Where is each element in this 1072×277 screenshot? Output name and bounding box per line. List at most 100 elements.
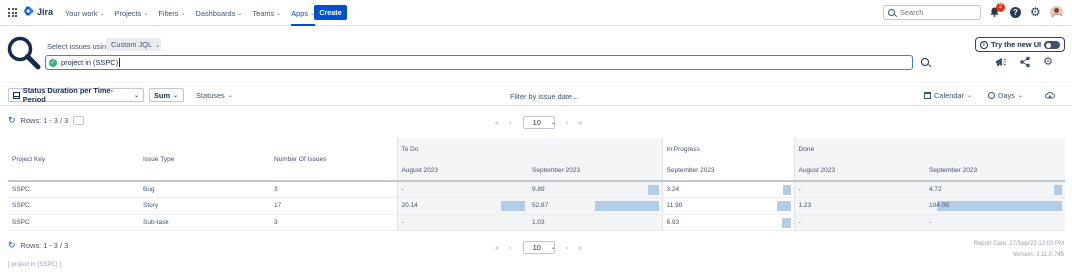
toggle-switch[interactable] xyxy=(1044,41,1060,49)
rows-text: Rows: 1 - 3 / 3 xyxy=(20,116,69,125)
duration-value: 104.09 xyxy=(929,202,949,210)
nav-dashboards[interactable]: Dashboards ⌄ xyxy=(196,0,243,26)
first-page-button[interactable]: « xyxy=(495,118,499,127)
chevron-down-icon: ⌄ xyxy=(99,10,105,17)
report-type-dropdown[interactable]: Status Duration per Time-Period ⌄ xyxy=(8,86,144,104)
col-header-number-of-issues[interactable]: Number Of Issues xyxy=(270,138,397,182)
page-size-select[interactable]: 10 ⌄ xyxy=(522,241,556,254)
chart-toggle-icon[interactable] xyxy=(73,116,85,125)
share-icon[interactable] xyxy=(1019,56,1031,68)
last-page-button[interactable]: » xyxy=(578,243,582,252)
settings-icon[interactable]: ⚙ xyxy=(1042,56,1054,68)
duration-bar xyxy=(501,201,525,211)
jql-input[interactable]: ✓ project in (SSPC) xyxy=(45,55,913,70)
cell-duration[interactable]: - xyxy=(925,214,1066,231)
query-mode-dropdown[interactable]: Custom JQL ⌄ xyxy=(106,38,161,51)
aggregation-dropdown[interactable]: Sum ⌄ xyxy=(149,88,184,102)
nav-label: Your work xyxy=(65,8,98,18)
query-mode-value: Custom JQL xyxy=(111,40,153,49)
cell-duration[interactable]: 3.24 xyxy=(661,181,795,198)
refresh-icon[interactable]: ↻ xyxy=(8,115,16,126)
app-switcher-icon[interactable] xyxy=(8,8,17,17)
time-unit-dropdown[interactable]: Days ⌄ xyxy=(988,88,1023,102)
cell-duration[interactable]: 1.23 xyxy=(793,197,926,215)
cell-duration[interactable]: 4.72 xyxy=(925,181,1066,198)
prev-page-button[interactable]: ‹ xyxy=(509,243,511,252)
table-row: SSPC Bug 3-9.89 3.24-4.72 xyxy=(8,181,1066,198)
next-page-button[interactable]: › xyxy=(566,243,568,252)
export-cloud-icon[interactable] xyxy=(1045,88,1055,102)
cell-duration[interactable]: - xyxy=(793,181,926,198)
page-size-value: 10 xyxy=(532,243,541,252)
top-navigation: Jira Your work ⌄ Projects ⌄ Filters ⌄ Dashb… xyxy=(0,0,1072,26)
duration-value: 1.03 xyxy=(532,218,545,226)
aggregation-label: Sum xyxy=(154,90,171,100)
col-header-project-key[interactable]: Project Key xyxy=(8,138,139,182)
refresh-icon[interactable]: ↻ xyxy=(8,240,16,251)
create-button[interactable]: Create xyxy=(314,5,347,20)
page-size-value: 10 xyxy=(532,118,541,127)
valid-check-icon: ✓ xyxy=(49,58,57,67)
chevron-down-icon: ⌄ xyxy=(237,10,243,17)
try-new-ui-toggle[interactable]: i Try the new UI xyxy=(975,37,1065,52)
duration-value: 11.90 xyxy=(666,202,683,210)
cell-duration[interactable]: 104.09 xyxy=(925,197,1066,215)
cell-duration[interactable]: 20.14 xyxy=(396,197,528,215)
cell-issue-count: 17 xyxy=(270,197,397,215)
global-search[interactable] xyxy=(883,5,981,20)
cell-issue-type: Bug xyxy=(139,181,270,198)
cell-duration[interactable]: 6.93 xyxy=(661,214,795,231)
jql-text[interactable]: project in (SSPC) xyxy=(61,58,118,67)
first-page-button[interactable]: « xyxy=(495,243,499,252)
cell-issue-count: 3 xyxy=(270,181,397,198)
settings-gear-icon[interactable]: ⚙ xyxy=(1030,6,1042,18)
cell-duration[interactable]: - xyxy=(396,214,528,231)
run-search-icon[interactable] xyxy=(921,58,929,66)
user-avatar[interactable] xyxy=(1050,6,1063,19)
status-header-to-do[interactable]: To Do xyxy=(396,138,663,161)
nav-apps[interactable]: Apps ⌄ xyxy=(291,0,315,26)
nav-teams[interactable]: Teams ⌄ xyxy=(252,0,281,26)
chevron-down-icon: ⌄ xyxy=(550,245,556,251)
statuses-dropdown[interactable]: Statuses ⌄ xyxy=(196,88,233,102)
page-size-select[interactable]: 10 ⌄ xyxy=(522,116,556,129)
duration-value: 4.72 xyxy=(929,186,942,193)
status-header-done[interactable]: Done xyxy=(793,138,1066,161)
cell-duration[interactable]: - xyxy=(396,181,528,198)
cell-duration[interactable]: - xyxy=(793,214,926,231)
duration-bar xyxy=(1054,185,1063,195)
rows-summary-top: ↻ Rows: 1 - 3 / 3 xyxy=(8,115,85,126)
cell-duration[interactable]: 9.89 xyxy=(528,181,663,198)
jira-logo[interactable]: Jira xyxy=(24,6,53,17)
duration-value: - xyxy=(929,218,932,226)
jql-echo: [ project in (SSPC) ] xyxy=(8,262,62,268)
last-page-button[interactable]: » xyxy=(578,118,582,127)
col-header-issue-type[interactable]: Issue Type xyxy=(139,138,270,182)
duration-bar xyxy=(782,185,791,195)
nav-label: Filters xyxy=(158,8,179,18)
cell-duration[interactable]: 52.87 xyxy=(528,197,663,215)
duration-bar xyxy=(647,185,659,195)
filter-by-date[interactable]: Filter by issue date... xyxy=(510,92,578,101)
chevron-down-icon: ⌄ xyxy=(276,10,282,17)
report-toolbar: Status Duration per Time-Period ⌄ Sum ⌄ … xyxy=(0,82,1072,106)
nav-projects[interactable]: Projects ⌄ xyxy=(115,0,149,26)
try-new-ui-label: Try the new UI xyxy=(991,40,1042,49)
calendar-icon xyxy=(924,91,931,99)
prev-page-button[interactable]: ‹ xyxy=(509,118,511,127)
nav-label: Dashboards xyxy=(195,8,236,18)
chevron-down-icon: ⌄ xyxy=(1017,92,1023,99)
duration-value: 20.14 xyxy=(401,202,418,210)
next-page-button[interactable]: › xyxy=(566,118,568,127)
calendar-dropdown[interactable]: Calendar ⌄ xyxy=(924,88,972,102)
help-icon[interactable]: ? xyxy=(1010,7,1021,18)
megaphone-icon[interactable] xyxy=(995,56,1007,68)
nav-filters[interactable]: Filters ⌄ xyxy=(158,0,185,26)
nav-label: Apps xyxy=(291,8,309,18)
app-version: Version: 3.11.0.745 xyxy=(1012,252,1064,258)
status-header-in-progress[interactable]: In Progress xyxy=(661,138,795,161)
cell-duration[interactable]: 1.03 xyxy=(528,214,663,231)
search-input[interactable] xyxy=(900,8,970,17)
nav-your-work[interactable]: Your work ⌄ xyxy=(65,0,105,26)
cell-duration[interactable]: 11.90 xyxy=(661,197,795,215)
